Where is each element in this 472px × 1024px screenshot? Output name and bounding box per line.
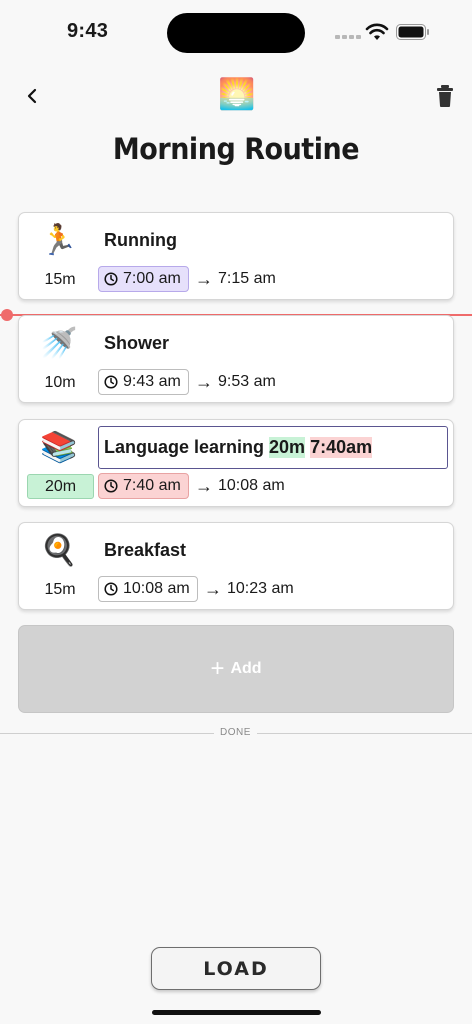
frying-pan-icon: 🍳: [40, 534, 78, 567]
task-card-running[interactable]: 🏃 Running 15m 7:00 am → 7:15 am: [18, 212, 454, 300]
clock-icon: [104, 272, 118, 286]
task-duration[interactable]: 10m: [29, 374, 91, 392]
status-time: 9:43: [67, 20, 109, 42]
task-name[interactable]: Breakfast: [104, 540, 186, 561]
arrow-right-icon: →: [195, 476, 213, 496]
task-name[interactable]: Shower: [104, 333, 169, 354]
start-time: 9:43 am: [123, 373, 181, 390]
task-card-language-learning[interactable]: 📚 Language learning 20m 7:40am 20m 7:40 …: [18, 419, 454, 507]
end-time: 7:15 am: [218, 270, 276, 287]
load-button[interactable]: LOAD: [151, 947, 321, 990]
clock-icon: [104, 479, 118, 493]
arrow-right-icon: →: [195, 269, 213, 289]
status-bar: 9:43: [0, 0, 472, 60]
parsed-duration: 20m: [269, 437, 306, 458]
wifi-icon: [365, 23, 389, 40]
task-duration[interactable]: 15m: [29, 271, 91, 289]
start-time-button[interactable]: 7:00 am: [98, 266, 189, 292]
battery-icon: [396, 24, 429, 40]
start-time: 7:40 am: [123, 477, 181, 494]
start-time: 7:00 am: [123, 270, 181, 287]
chevron-left-icon: [27, 88, 37, 104]
home-indicator: [152, 1010, 321, 1015]
clock-icon: [104, 582, 118, 596]
end-time: 10:08 am: [218, 477, 285, 494]
end-time-row: → 7:15 am: [195, 270, 276, 288]
end-time: 9:53 am: [218, 373, 276, 390]
start-time-button[interactable]: 9:43 am: [98, 369, 189, 395]
task-name-input[interactable]: Language learning 20m 7:40am: [98, 426, 448, 469]
books-icon: 📚: [40, 431, 78, 464]
plus-icon: +: [210, 655, 225, 682]
running-icon: 🏃: [40, 224, 78, 257]
task-card-shower[interactable]: 🚿 Shower 10m 9:43 am → 9:53 am: [18, 315, 454, 403]
task-duration[interactable]: 15m: [29, 581, 91, 599]
trash-icon[interactable]: [434, 84, 456, 108]
dynamic-island: [167, 13, 305, 53]
page-title: Morning Routine: [112, 132, 360, 166]
task-name-text: Language learning: [104, 437, 265, 457]
start-time-button[interactable]: 10:08 am: [98, 576, 198, 602]
end-time-row: → 10:23 am: [204, 580, 294, 598]
task-duration[interactable]: 20m: [27, 474, 94, 499]
add-task-button[interactable]: + Add: [18, 625, 454, 713]
start-time: 10:08 am: [123, 580, 190, 597]
arrow-right-icon: →: [195, 372, 213, 392]
clock-icon: [104, 375, 118, 389]
parsed-time: 7:40am: [310, 437, 373, 458]
cellular-signal-icon: [335, 35, 361, 39]
routine-emoji-icon[interactable]: 🌅: [218, 77, 256, 113]
add-label: Add: [230, 660, 262, 677]
done-label: DONE: [214, 727, 257, 738]
task-name[interactable]: Running: [104, 230, 177, 251]
task-card-breakfast[interactable]: 🍳 Breakfast 15m 10:08 am → 10:23 am: [18, 522, 454, 610]
start-time-button[interactable]: 7:40 am: [98, 473, 189, 499]
arrow-right-icon: →: [204, 579, 222, 599]
end-time-row: → 10:08 am: [195, 477, 285, 495]
end-time-row: → 9:53 am: [195, 373, 276, 391]
current-time-dot: [1, 309, 13, 321]
shower-icon: 🚿: [40, 327, 78, 360]
end-time: 10:23 am: [227, 580, 294, 597]
back-button[interactable]: [20, 84, 44, 108]
